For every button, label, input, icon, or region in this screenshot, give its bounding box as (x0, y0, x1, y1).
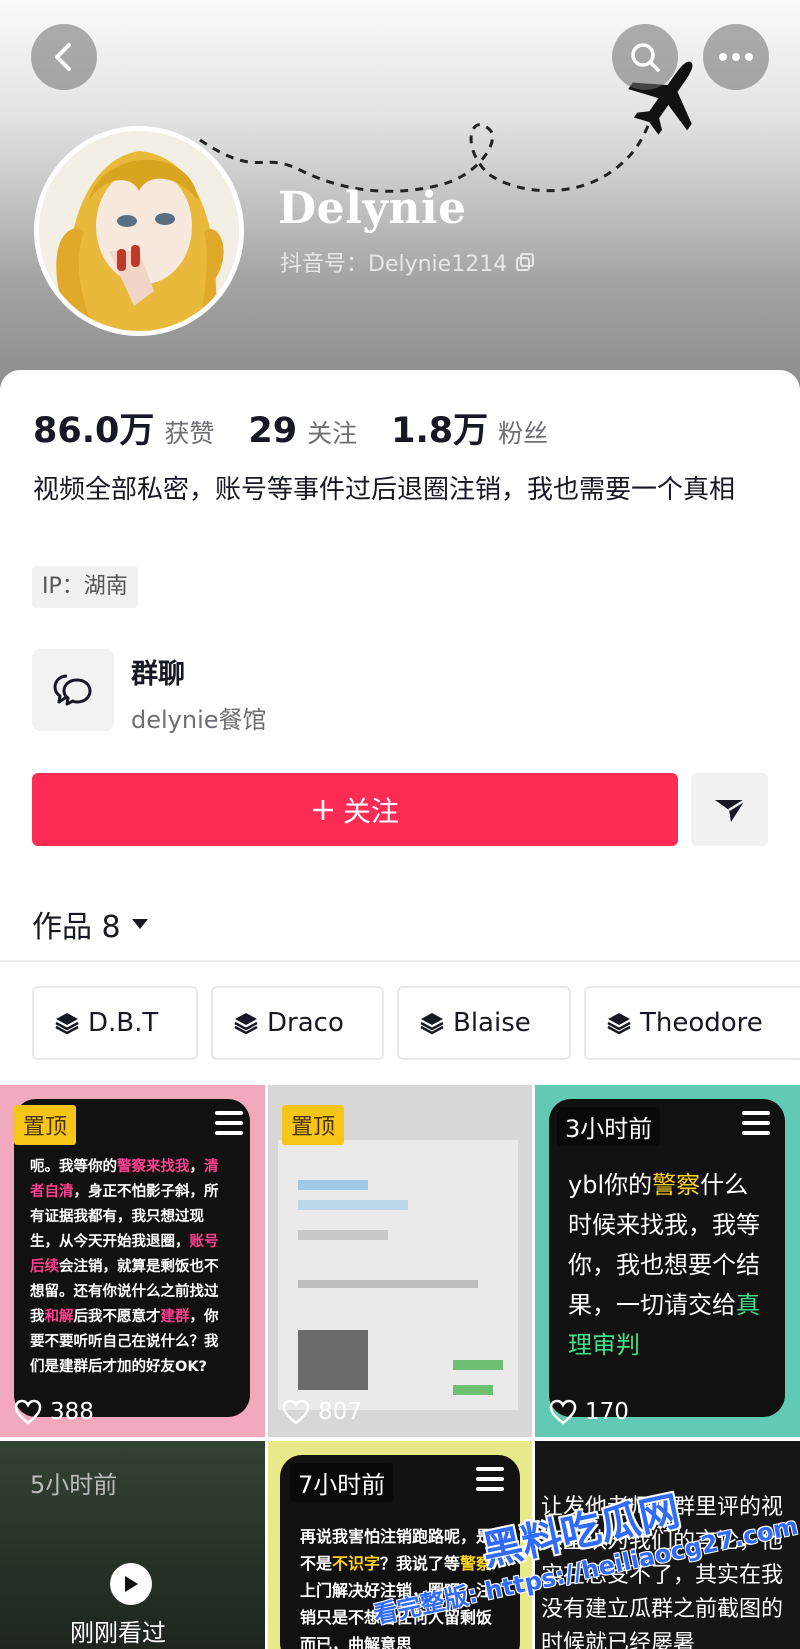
video-caption-text: ybl你的警察什么时候来找我，我等你，我也想要个结果，一切请交给真理审判 (568, 1171, 760, 1359)
following-label: 关注 (307, 419, 358, 448)
pinned-badge: 置顶 (282, 1105, 345, 1145)
layers-icon (420, 1013, 444, 1035)
heart-icon (14, 1399, 42, 1425)
chat-icon (53, 674, 92, 706)
play-button[interactable] (110, 1563, 152, 1605)
plus-icon (312, 799, 333, 820)
collection-label: Blaise (453, 1008, 531, 1038)
share-button[interactable] (691, 773, 768, 846)
video-tile[interactable]: 呃。我等你的警察来找我，清者自清，身正不怕影子斜，所有证据我都有，我只想过现生，… (0, 1085, 265, 1437)
menu-icon (476, 1467, 504, 1497)
video-caption-text: 呃。我等你的警察来找我，清者自清，身正不怕影子斜，所有证据我都有，我只想过现生，… (30, 1159, 219, 1375)
works-tab-label: 作品 8 (32, 910, 121, 945)
layers-icon (607, 1013, 631, 1035)
account-id: 抖音号：Delynie1214 (280, 246, 535, 278)
video-thumbnail (278, 1140, 518, 1410)
video-likes-count: 807 (318, 1399, 362, 1425)
collection-chip-dbt[interactable]: D.B.T (32, 986, 198, 1060)
heart-icon (282, 1399, 310, 1425)
collection-label: Theodore (640, 1008, 763, 1038)
collection-label: Draco (267, 1008, 344, 1038)
search-icon (631, 43, 660, 72)
layers-icon (234, 1013, 258, 1035)
follow-button[interactable]: 关注 (32, 773, 678, 846)
search-button[interactable] (612, 24, 678, 90)
heart-icon (549, 1399, 577, 1425)
video-likes-count: 170 (585, 1399, 629, 1425)
section-divider (0, 960, 800, 962)
group-chat-subtitle: delynie餐馆 (131, 706, 267, 734)
time-badge: 7小时前 (290, 1463, 394, 1502)
play-icon (125, 1576, 138, 1592)
copy-icon[interactable] (515, 252, 535, 272)
video-likes: 388 (14, 1399, 94, 1425)
video-likes-count: 388 (50, 1399, 94, 1425)
nickname: Delynie (278, 183, 467, 234)
layers-icon (55, 1013, 79, 1035)
triangle-down-icon (131, 919, 148, 929)
likes-label: 获赞 (164, 419, 215, 448)
more-icon (719, 53, 753, 61)
followers-label: 粉丝 (498, 419, 549, 448)
menu-icon (215, 1111, 243, 1141)
avatar[interactable] (34, 126, 244, 336)
works-tab[interactable]: 作品 8 (32, 902, 149, 946)
recently-watched-label: 刚刚看过 (70, 1619, 166, 1647)
menu-icon (742, 1111, 770, 1141)
share-arrow-icon (714, 798, 746, 822)
group-chat-icon-box[interactable] (32, 649, 114, 731)
bio: 视频全部私密，账号等事件过后退圈注销，我也需要一个真相 (33, 475, 736, 505)
collection-chip-draco[interactable]: Draco (211, 986, 384, 1060)
account-id-text: 抖音号：Delynie1214 (280, 252, 508, 277)
video-likes: 807 (282, 1399, 362, 1425)
video-tile[interactable]: 5小时前 刚刚看过 (0, 1441, 265, 1649)
more-button[interactable] (703, 24, 769, 90)
follow-button-label: 关注 (342, 794, 399, 828)
pinned-badge: 置顶 (14, 1105, 77, 1145)
group-chat-title[interactable]: 群聊 (131, 652, 185, 691)
video-likes: 170 (549, 1399, 629, 1425)
collection-chip-theodore[interactable]: Theodore (584, 986, 800, 1060)
collection-chip-blaise[interactable]: Blaise (397, 986, 571, 1060)
back-icon (55, 43, 71, 71)
time-badge: 5小时前 (30, 1471, 118, 1499)
avatar-illustration (39, 131, 239, 331)
collections-row: D.B.T Draco Blaise Theodore (32, 986, 800, 1060)
video-tile[interactable]: ybl你的警察什么时候来找我，我等你，我也想要个结果，一切请交给真理审判 3小时… (535, 1085, 800, 1437)
profile-stats: 86.0万 获赞 29 关注 1.8万 粉丝 (33, 402, 582, 453)
back-button[interactable] (31, 24, 97, 90)
likes-count[interactable]: 86.0万 (33, 402, 154, 453)
collection-label: D.B.T (88, 1008, 159, 1038)
ip-location-tag: IP：湖南 (32, 566, 138, 608)
followers-count[interactable]: 1.8万 (391, 402, 488, 453)
following-count[interactable]: 29 (248, 411, 297, 451)
video-tile[interactable]: 置顶 807 (268, 1085, 532, 1437)
time-badge: 3小时前 (557, 1107, 661, 1146)
